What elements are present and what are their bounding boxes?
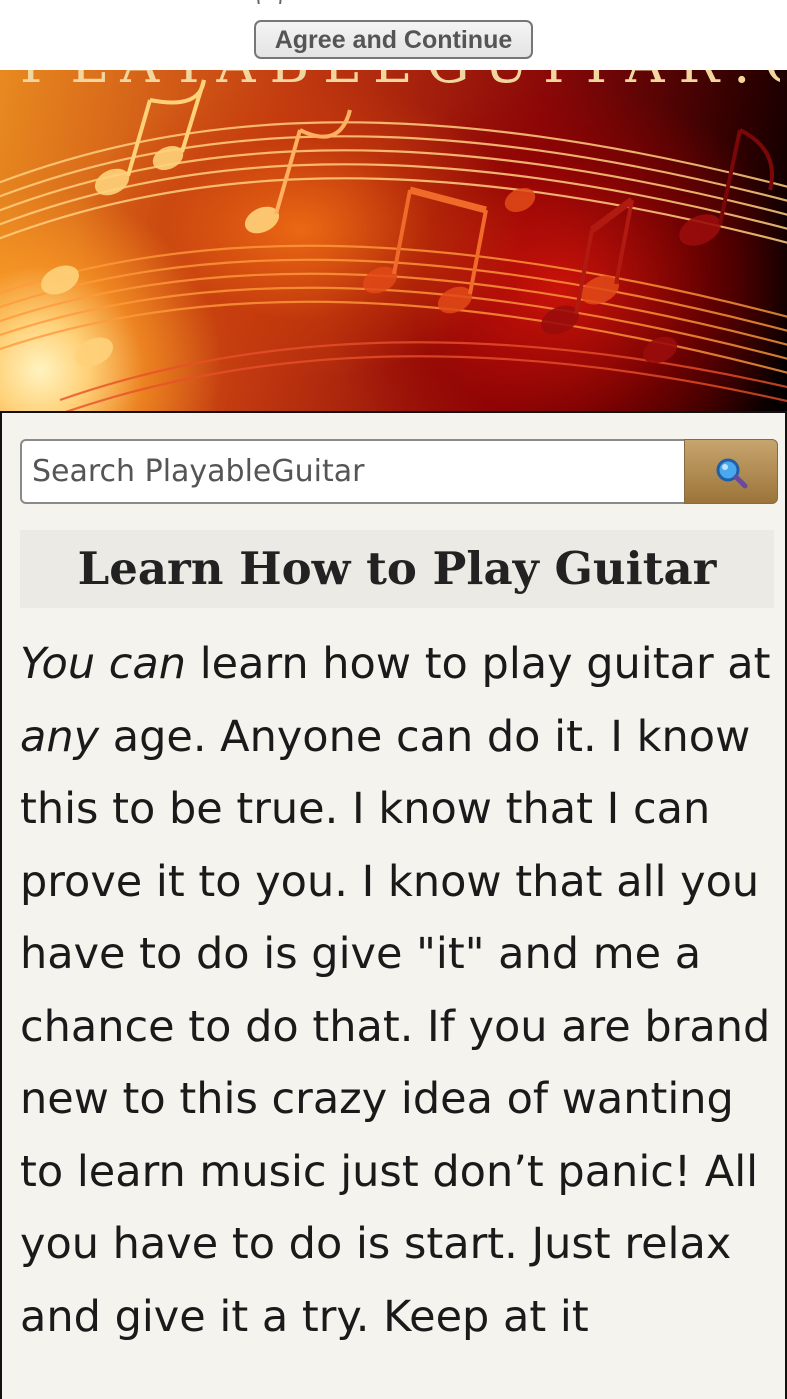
intro-text-2: age. Anyone can do it. I know this to be… <box>20 711 771 1342</box>
magnifier-icon <box>716 458 748 489</box>
search-button[interactable] <box>684 439 778 504</box>
title-box: Learn How to Play Guitar <box>20 530 774 608</box>
consent-cut-text: ( ) <box>256 0 536 4</box>
search-form <box>20 439 778 504</box>
intro-paragraph: You can learn how to play guitar at any … <box>20 628 780 1353</box>
intro-emphasis-you-can: You can <box>20 639 187 689</box>
agree-and-continue-button[interactable]: Agree and Continue <box>254 20 533 59</box>
music-notes-banner-art <box>0 79 787 411</box>
site-banner[interactable]: PLAYABLEGUITAR.COM <box>0 70 787 411</box>
consent-bar: ( ) Agree and Continue <box>0 0 787 70</box>
intro-emphasis-any: any <box>20 711 100 762</box>
search-input[interactable] <box>20 439 685 504</box>
main-content: Learn How to Play Guitar You can learn h… <box>0 411 787 1399</box>
page-title: Learn How to Play Guitar <box>77 542 717 595</box>
intro-text-1: learn how to play guitar at <box>186 639 771 689</box>
